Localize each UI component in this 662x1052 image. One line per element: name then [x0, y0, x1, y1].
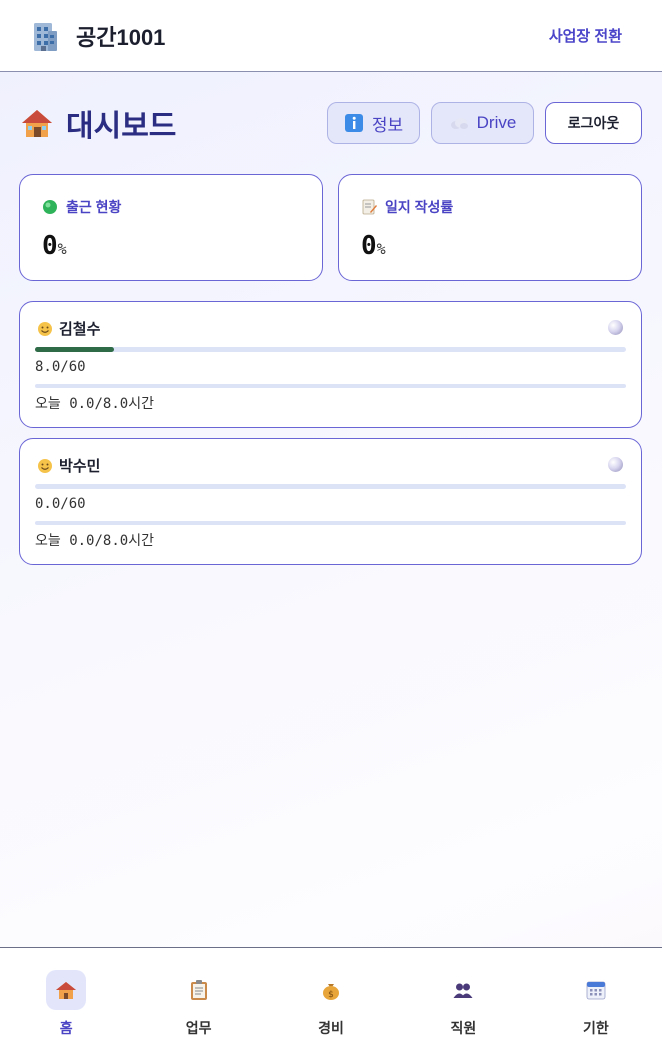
nav-icon-container: [46, 970, 87, 1010]
info-icon: [344, 114, 363, 132]
weekly-progress-fill: [35, 347, 114, 352]
journal-stat-card: 일지 작성률 0%: [338, 174, 642, 281]
money-bag-icon: $: [323, 984, 340, 1000]
employee-card[interactable]: 김철수 8.0/60 오늘 0.0/8.0시간: [19, 301, 642, 428]
nav-label-staff: 직원: [450, 1020, 477, 1036]
journal-stat-label: 일지 작성률: [361, 197, 619, 217]
switch-workplace-link[interactable]: 사업장 전환: [549, 25, 622, 46]
app-title: 공간1001: [76, 24, 166, 50]
page-title-text: 대시보드: [66, 110, 177, 143]
journal-stat-value: 0%: [361, 231, 619, 261]
journal-stat-number: 0: [361, 231, 377, 261]
nav-icon-container: [576, 970, 616, 1010]
house-icon: [56, 982, 77, 999]
smiley-icon: [38, 458, 52, 473]
nav-label-expenses: 경비: [318, 1020, 344, 1036]
today-progress-bar: [35, 384, 626, 388]
nav-icon-container: $: [311, 970, 351, 1010]
weekly-progress-bar: [35, 347, 626, 352]
house-icon: [22, 110, 52, 137]
info-button-label: 정보: [371, 115, 404, 135]
memo-icon: [362, 199, 377, 215]
nav-item-expenses[interactable]: $ 경비: [265, 948, 397, 1052]
page-title: 대시보드: [20, 101, 176, 145]
nav-label-deadlines: 기한: [582, 1020, 609, 1036]
today-hours-text: 오늘 0.0/8.0시간: [35, 396, 154, 412]
employee-name: 박수민: [59, 458, 101, 475]
cloud-icon: [450, 118, 468, 129]
people-icon: [453, 983, 473, 998]
logout-button[interactable]: 로그아웃: [545, 102, 642, 144]
employee-header: 박수민: [37, 455, 100, 476]
nav-item-tasks[interactable]: 업무: [132, 948, 264, 1052]
status-indicator: [608, 457, 623, 472]
smiley-icon: [38, 321, 52, 336]
today-hours-text: 오늘 0.0/8.0시간: [35, 533, 154, 549]
attendance-stat-value: 0%: [42, 231, 300, 261]
svg-text:$: $: [328, 990, 334, 1000]
bottom-nav: 홈 업무 $ 경비 직원 기한: [0, 947, 662, 1052]
weekly-hours-text: 8.0/60: [35, 359, 86, 375]
office-building-icon: [34, 22, 57, 51]
employee-card[interactable]: 박수민 0.0/60 오늘 0.0/8.0시간: [19, 438, 642, 565]
attendance-stat-text: 출근 현황: [66, 199, 122, 215]
nav-icon-container: [179, 970, 219, 1010]
nav-item-deadlines[interactable]: 기한: [530, 948, 662, 1052]
green-circle-icon: [43, 200, 57, 214]
status-indicator: [608, 320, 623, 335]
attendance-stat-card: 출근 현황 0%: [19, 174, 323, 281]
journal-stat-unit: %: [376, 240, 386, 258]
brand: 공간1001: [28, 19, 165, 53]
attendance-stat-label: 출근 현황: [42, 197, 300, 217]
nav-icon-container: [443, 970, 483, 1010]
attendance-stat-number: 0: [42, 231, 58, 261]
weekly-hours-text: 0.0/60: [35, 496, 86, 512]
journal-stat-text: 일지 작성률: [385, 199, 454, 215]
dashboard-header: 대시보드 정보 Drive 로그아웃: [20, 102, 642, 144]
header-buttons: 정보 Drive 로그아웃: [327, 102, 642, 144]
today-progress-bar: [35, 521, 626, 525]
employee-header: 김철수: [37, 318, 100, 339]
drive-button-label: Drive: [476, 113, 517, 132]
info-button[interactable]: 정보: [327, 102, 420, 144]
attendance-stat-unit: %: [57, 240, 67, 258]
employee-name: 김철수: [59, 321, 101, 338]
nav-item-staff[interactable]: 직원: [397, 948, 529, 1052]
nav-label-tasks: 업무: [185, 1020, 212, 1036]
nav-label-home: 홈: [59, 1020, 73, 1036]
weekly-progress-bar: [35, 484, 626, 489]
drive-button[interactable]: Drive: [431, 102, 534, 144]
clipboard-icon: [190, 980, 207, 1000]
calendar-icon: [586, 981, 606, 1000]
nav-item-home[interactable]: 홈: [0, 948, 132, 1052]
top-bar: 공간1001 사업장 전환: [0, 0, 662, 72]
